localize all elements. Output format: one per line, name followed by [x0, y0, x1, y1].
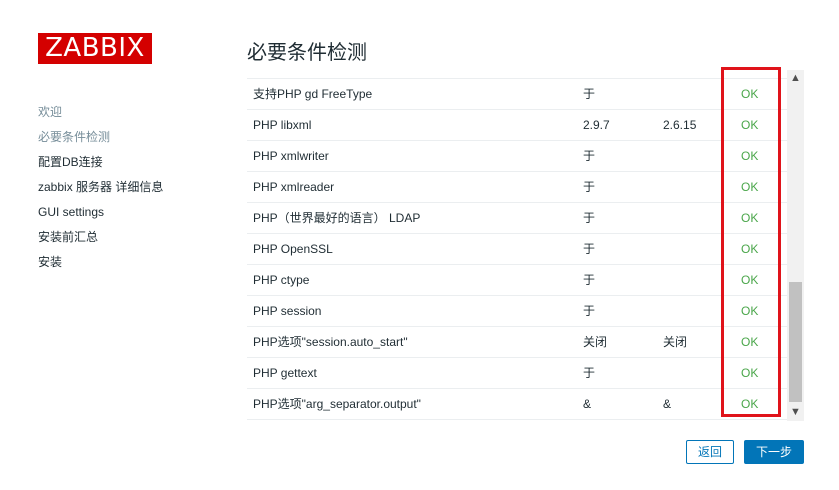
table-row: PHP libxml 2.9.7 2.6.15 OK: [247, 110, 787, 141]
row-name: PHP session: [253, 304, 322, 318]
next-step-button[interactable]: 下一步: [744, 440, 804, 464]
row-required-value: &: [663, 397, 672, 411]
row-name: PHP gettext: [253, 366, 317, 380]
nav-step-db-connection: 配置DB连接: [38, 155, 103, 169]
row-current-value: 于: [583, 149, 596, 163]
result-column-highlight: [721, 67, 781, 417]
chevron-down-icon[interactable]: ▼: [787, 404, 804, 421]
row-name: PHP ctype: [253, 273, 310, 287]
row-name: PHP选项"arg_separator.output": [253, 397, 421, 411]
scrollbar-thumb[interactable]: [789, 282, 802, 402]
row-current-value: 于: [583, 87, 596, 101]
zabbix-logo: ZABBIX: [38, 33, 152, 64]
row-current-value: 于: [583, 304, 596, 318]
nav-step-pre-install-summary: 安装前汇总: [38, 230, 99, 244]
row-name: PHP（世界最好的语言） LDAP: [253, 211, 421, 225]
row-current-value: 关闭: [583, 335, 608, 349]
row-required-value: 2.6.15: [663, 118, 697, 132]
nav-step-prerequisites: 必要条件检测: [38, 130, 111, 144]
row-name: 支持PHP gd FreeType: [253, 87, 373, 101]
prerequisites-table[interactable]: 支持PHP gd FreeType 于 OK PHP libxml 2.9.7 …: [247, 78, 787, 421]
row-current-value: 于: [583, 211, 596, 225]
nav-step-install: 安装: [38, 255, 63, 269]
setup-steps-nav: 欢迎 必要条件检测 配置DB连接 zabbix 服务器 详细信息 GUI set…: [38, 104, 163, 279]
row-current-value: &: [583, 397, 592, 411]
row-name: PHP选项"session.auto_start": [253, 335, 408, 349]
row-required-value: 关闭: [663, 335, 688, 349]
nav-step-gui-settings: GUI settings: [38, 205, 105, 219]
nav-step-welcome: 欢迎: [38, 105, 63, 119]
table-row: PHP选项"arg_separator.output" & & OK: [247, 389, 787, 420]
table-row: PHP选项"session.auto_start" 关闭 关闭 OK: [247, 327, 787, 358]
table-row: PHP OpenSSL 于 OK: [247, 234, 787, 265]
row-name: PHP libxml: [253, 118, 312, 132]
row-name: PHP OpenSSL: [253, 242, 333, 256]
back-button[interactable]: 返回: [686, 440, 734, 464]
chevron-up-icon[interactable]: ▲: [787, 70, 804, 87]
table-row: PHP session 于 OK: [247, 296, 787, 327]
row-current-value: 于: [583, 180, 596, 194]
table-row: PHP（世界最好的语言） LDAP 于 OK: [247, 203, 787, 234]
table-row: PHP xmlwriter 于 OK: [247, 141, 787, 172]
table-row: 支持PHP gd FreeType 于 OK: [247, 79, 787, 110]
table-row: PHP xmlreader 于 OK: [247, 172, 787, 203]
row-current-value: 2.9.7: [583, 118, 610, 132]
page-title: 必要条件检测: [247, 42, 367, 64]
table-scrollbar[interactable]: ▲ ▼: [787, 70, 804, 421]
nav-step-server-details: zabbix 服务器 详细信息: [38, 180, 164, 194]
row-name: PHP xmlreader: [253, 180, 335, 194]
row-current-value: 于: [583, 242, 596, 256]
row-current-value: 于: [583, 273, 596, 287]
table-row: PHP gettext 于 OK: [247, 358, 787, 389]
table-row: PHP ctype 于 OK: [247, 265, 787, 296]
row-current-value: 于: [583, 366, 596, 380]
row-name: PHP xmlwriter: [253, 149, 329, 163]
